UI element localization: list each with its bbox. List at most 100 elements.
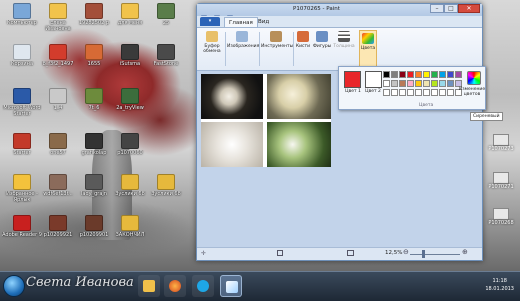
palette-swatch[interactable] (399, 80, 406, 87)
taskbar-skype[interactable] (192, 275, 214, 297)
desktop-icon-folder[interactable]: для меня (110, 3, 150, 41)
brush-icon (297, 31, 309, 42)
palette-swatch[interactable] (399, 89, 406, 96)
close-button[interactable]: ✕ (458, 4, 480, 13)
minimize-button[interactable]: – (430, 4, 444, 13)
palette-swatch[interactable] (431, 89, 438, 96)
paint-menu-button[interactable]: ▾ (200, 17, 220, 26)
desktop-icon-favorites[interactable]: Избранное - Ярлык (2, 174, 42, 212)
palette-swatch[interactable] (447, 71, 454, 78)
palette-swatch[interactable] (423, 71, 430, 78)
palette-swatch[interactable] (407, 71, 414, 78)
desktop-icon-zusliki-2[interactable]: Зуслики 68 (146, 174, 186, 212)
colors-group-button[interactable]: Цвета (359, 30, 377, 68)
desktop-icon-p1070273[interactable]: P1070273 (484, 134, 518, 152)
desktop-icon-p10209921[interactable]: p10209921 (38, 215, 78, 253)
palette-swatch[interactable] (439, 71, 446, 78)
desktop-icon-zusliki[interactable]: Зуслики 68 (110, 174, 150, 212)
zoom-out-button[interactable]: ⊖ (403, 248, 409, 256)
desktop-icon-p1070271[interactable]: P1070271 (484, 172, 518, 190)
color1-swatch[interactable] (344, 71, 361, 88)
taskbar-explorer[interactable] (138, 275, 160, 297)
title-bar[interactable]: P1070265 - Paint – □ ✕ (197, 4, 482, 40)
tab-view[interactable]: Вид (254, 17, 273, 27)
image-icon (49, 44, 67, 60)
desktop-icon-1-4[interactable]: 1_4 (38, 88, 78, 126)
desktop-icon-recycle-bin[interactable]: Корзина (2, 44, 42, 82)
desktop-icon-7t6[interactable]: 7t_6 (74, 88, 114, 126)
skype-icon (197, 280, 209, 292)
watermark-text: Света Иванова (26, 275, 134, 290)
app-icon (157, 44, 175, 60)
shapes-group[interactable]: Фигуры (313, 31, 331, 49)
desktop-icon-adobe-reader[interactable]: Adobe Reader 9 (2, 215, 42, 253)
desktop-icon-tryview[interactable]: 2a_tryView (110, 88, 150, 126)
palette-swatch[interactable] (383, 80, 390, 87)
zoom-level: 12,5% (385, 250, 403, 256)
tab-home[interactable]: Главная (224, 17, 258, 27)
palette-swatch[interactable] (455, 71, 462, 78)
desktop-icon-zusliki-3[interactable]: ЗАКОНЧИЛ (110, 215, 150, 253)
palette-swatch[interactable] (455, 80, 462, 87)
edit-colors-icon[interactable] (467, 71, 481, 85)
desktop-icon-isutsma[interactable]: iSutsma (110, 44, 150, 82)
palette-swatch[interactable] (447, 89, 454, 96)
taskbar-firefox[interactable] (164, 275, 186, 297)
thickness-group: Толщина (333, 31, 355, 49)
zoom-in-button[interactable]: ⊕ (462, 248, 468, 256)
desktop-icon-lady[interactable]: lady_grajn (74, 174, 114, 212)
palette-swatch[interactable] (407, 80, 414, 87)
tools-group[interactable]: Инструменты (261, 31, 293, 49)
zoom-slider[interactable] (410, 254, 460, 255)
system-clock[interactable]: 11:18 18.01.2013 (485, 277, 514, 293)
start-button[interactable] (3, 275, 25, 297)
palette-swatch[interactable] (439, 80, 446, 87)
pdf-icon (13, 215, 31, 231)
desktop-icon-p1070268[interactable]: P1070268 (484, 208, 518, 226)
images-group[interactable]: Изображения (227, 31, 259, 49)
desktop-icon-computer[interactable]: Компьютер (2, 3, 42, 41)
palette-swatch[interactable] (407, 89, 414, 96)
palette-swatch[interactable] (447, 80, 454, 87)
desktop-icon-faststone[interactable]: FastStone (146, 44, 186, 82)
palette-swatch[interactable] (391, 80, 398, 87)
taskbar-paint[interactable] (220, 275, 242, 297)
palette-swatch[interactable] (439, 89, 446, 96)
palette-swatch[interactable] (415, 89, 422, 96)
desktop-icon-one57[interactable]: one57 (38, 133, 78, 171)
palette-swatch[interactable] (383, 71, 390, 78)
palette-swatch[interactable] (431, 71, 438, 78)
desktop-icon-p1070060[interactable]: p1070060 (110, 133, 150, 171)
desktop-icon-starter[interactable]: Starter (2, 133, 42, 171)
desktop-icon-word[interactable]: Microsoft Word Starter (2, 88, 42, 126)
palette-swatch[interactable] (415, 71, 422, 78)
palette-swatch[interactable] (399, 71, 406, 78)
brushes-group[interactable]: Кисти (295, 31, 311, 49)
desktop-icon-file2[interactable]: 8_f3f2_1497 (38, 44, 78, 82)
canvas[interactable] (201, 74, 331, 167)
palette-swatch[interactable] (423, 89, 430, 96)
edit-colors-button[interactable]: Изменение цветов (457, 87, 487, 97)
desktop-icon-file[interactable]: 19282502 р (74, 3, 114, 41)
maximize-button[interactable]: □ (444, 4, 458, 13)
desktop-icon-grafikolap[interactable]: grafikolap (74, 133, 114, 171)
desktop-icon-25[interactable]: 25 (146, 3, 186, 41)
palette-swatch[interactable] (391, 71, 398, 78)
palette-swatch[interactable] (423, 80, 430, 87)
desktop-icon-user-folder[interactable]: Елена Ивановна (38, 3, 78, 41)
desktop-icon-p10209901[interactable]: p10209901 (74, 215, 114, 253)
color2-swatch[interactable] (365, 71, 382, 88)
image-icon (49, 133, 67, 149)
palette-swatch[interactable] (391, 89, 398, 96)
palette-swatch[interactable] (415, 80, 422, 87)
clipboard-group[interactable]: Буфер обмена (201, 31, 223, 54)
taskbar: Света Иванова 11:18 18.01.2013 (0, 271, 520, 301)
desktop-icon-1655[interactable]: 1655 (74, 44, 114, 82)
palette-swatch[interactable] (431, 80, 438, 87)
palette-swatch[interactable] (383, 89, 390, 96)
photo-rose (267, 74, 331, 119)
desktop-icon-wdf[interactable]: wdf6ef13f... (38, 174, 78, 212)
thickness-icon (338, 31, 350, 42)
divider (293, 32, 294, 66)
zoom-slider-thumb[interactable] (422, 250, 425, 258)
